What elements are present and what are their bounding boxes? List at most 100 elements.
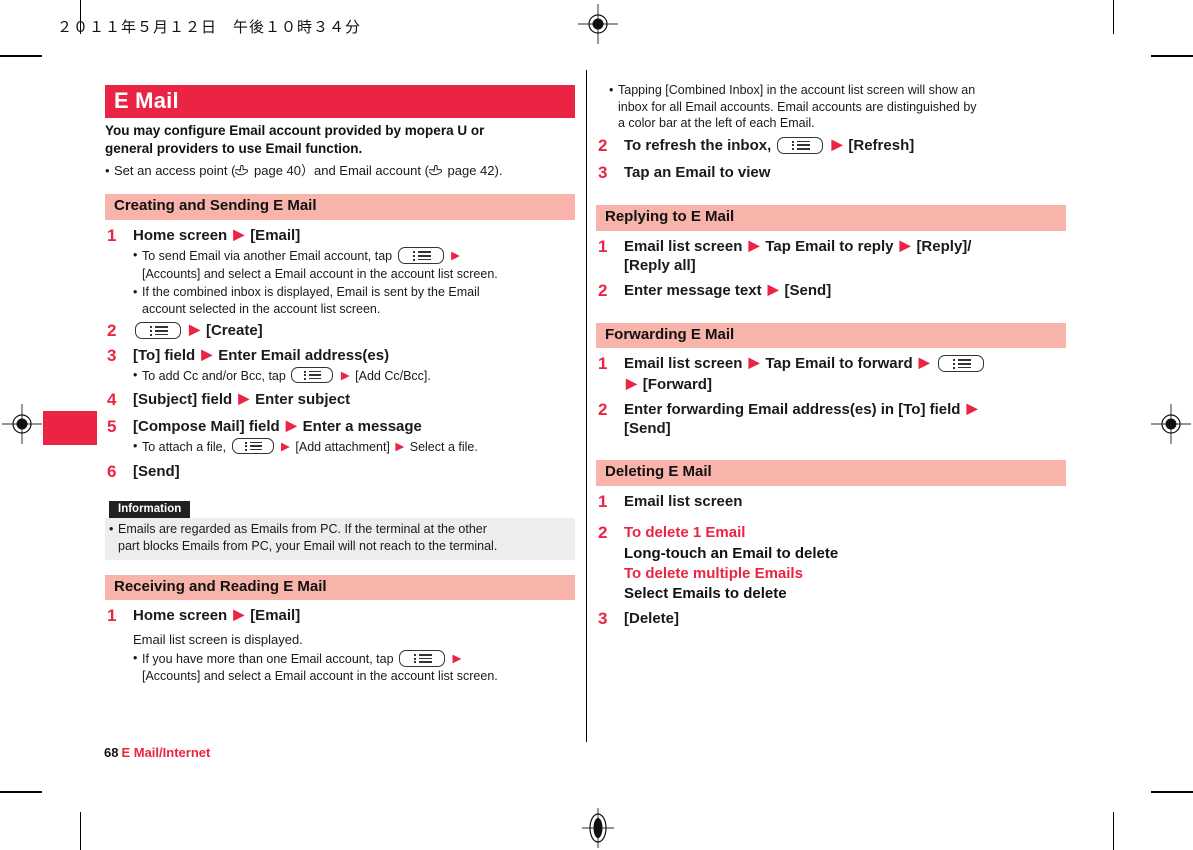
step-deleting-2: 2 To delete 1 Email Long-touch an Email … — [596, 523, 1066, 604]
menu-key-icon[interactable] — [231, 438, 274, 455]
registration-mark-bottom — [582, 808, 614, 848]
lead-bullet-end: page 42). — [443, 163, 503, 179]
step-forwarding-1: 1 Email list screen ▶ Tap Email to forwa… — [596, 354, 1066, 393]
bullet-line-2: account selected in the account list scr… — [142, 301, 381, 316]
step-bullet: • To attach a file, ▶ [Add attachment] ▶… — [133, 438, 575, 456]
step-number: 2 — [598, 135, 608, 155]
lead-line-1: You may configure Email account provided… — [105, 123, 485, 139]
step-text-b: [Email] — [250, 227, 301, 245]
bullet-text-a: If you have more than one Email account,… — [142, 652, 394, 667]
step-note: Email list screen is displayed. — [133, 631, 303, 647]
arrow-icon: ▶ — [201, 347, 213, 363]
menu-key-icon[interactable] — [397, 247, 444, 265]
page-title: E Mail — [105, 85, 575, 119]
arrow-icon: ▶ — [285, 418, 297, 434]
delete-option-2-action: Select Emails to delete — [624, 585, 787, 603]
bullet-dot-icon: • — [133, 651, 138, 666]
step-bullet: • To add Cc and/or Bcc, tap ▶ [Add Cc/Bc… — [133, 367, 575, 385]
information-line-1: Emails are regarded as Emails from PC. I… — [118, 522, 487, 537]
arrow-icon: ▶ — [748, 355, 760, 371]
step-number: 3 — [107, 346, 117, 366]
step-text-a: To refresh the inbox, — [624, 136, 772, 154]
menu-key-icon[interactable] — [399, 650, 446, 668]
step-text-b: [Send] — [624, 419, 671, 437]
lead-paragraph: You may configure Email account provided… — [105, 122, 575, 158]
step-number: 2 — [598, 399, 608, 419]
step-number: 2 — [598, 523, 608, 543]
step-text-a: Enter message text — [624, 282, 762, 300]
section-heading-receiving: Receiving and Reading E Mail — [105, 574, 575, 601]
step-text-a: Home screen — [133, 227, 228, 245]
receiving-continued-bullet: • Tapping [Combined Inbox] in the accoun… — [609, 82, 1066, 132]
lead-bullet-a: Set an access point ( — [114, 163, 236, 179]
lead-bullet: • Set an access point ( page 40）and Emai… — [105, 162, 575, 179]
arrow-icon: ▶ — [238, 391, 249, 407]
step-text-b: [Email] — [250, 607, 301, 625]
step-text-a: [Compose Mail] field — [133, 418, 280, 436]
registration-mark-top — [578, 4, 618, 44]
step-text-a: Enter forwarding Email address(es) in [T… — [624, 400, 961, 418]
step-deleting-3: 3 [Delete] — [596, 609, 1066, 629]
step-receiving-1: 1 Home screen ▶ [Email] Email list scree… — [105, 606, 575, 685]
column-divider — [586, 70, 587, 742]
bullet-text-c: [Accounts] and select a Email account in… — [142, 266, 498, 281]
arrow-icon: ▶ — [189, 322, 200, 338]
page-edge-tab-marker — [43, 411, 97, 445]
arrow-icon: ▶ — [966, 400, 978, 416]
step-bullet: • To send Email via another Email accoun… — [133, 247, 575, 282]
menu-key-icon[interactable] — [937, 355, 984, 373]
crop-mark-top-right-vert — [1113, 0, 1114, 34]
menu-key-icon[interactable] — [291, 367, 334, 384]
arrow-icon: ▶ — [831, 136, 843, 152]
step-text-a: Home screen — [133, 607, 228, 625]
step-text-a: Tap an Email to view — [624, 164, 771, 182]
bullet-text-a: To add Cc and/or Bcc, tap — [142, 369, 286, 384]
page-reference-hand-icon-2 — [428, 164, 442, 176]
step-text-b: [Send] — [133, 462, 180, 480]
bullet-text-a: To send Email via another Email account,… — [142, 249, 393, 264]
step-number: 3 — [598, 163, 608, 183]
bullet-dot-icon: • — [133, 248, 138, 263]
section-heading-deleting: Deleting E Mail — [596, 460, 1066, 486]
print-date-line: ２０１１年５月１２日 午後１０時３４分 — [57, 20, 362, 36]
section-heading-forwarding: Forwarding E Mail — [596, 322, 1066, 349]
bullet-dot-icon: • — [133, 439, 138, 454]
step-text-b: Enter a message — [302, 418, 422, 436]
footer-page-number: 68 — [104, 745, 119, 760]
page-reference-hand-icon — [235, 164, 249, 176]
bullet-text-d: Select a file. — [409, 440, 478, 455]
bullet-text-c: [Accounts] and select a Email account in… — [142, 669, 498, 684]
information-label: Information — [109, 501, 191, 519]
step-text-d: [Reply all] — [624, 256, 696, 274]
bullet-line-1: Tapping [Combined Inbox] in the account … — [618, 83, 976, 97]
step-text-a: [Delete] — [624, 610, 680, 628]
registration-mark-left — [2, 404, 42, 444]
step-creating-5: 5 [Compose Mail] field ▶ Enter a message… — [105, 417, 575, 456]
information-line-2: part blocks Emails from PC, your Email w… — [118, 539, 498, 554]
bullet-dot-icon: • — [609, 83, 614, 97]
bullet-text-c: [Add Cc/Bcc]. — [355, 369, 431, 384]
crop-mark-bottom-right — [1151, 791, 1193, 793]
delete-option-1-action: Long-touch an Email to delete — [624, 544, 839, 562]
step-deleting-1: 1 Email list screen — [596, 492, 1066, 512]
step-number: 1 — [107, 606, 117, 626]
step-number: 1 — [598, 236, 608, 256]
crop-mark-bottom-right-vert — [1113, 812, 1114, 850]
step-bullet: • If you have more than one Email accoun… — [133, 650, 575, 685]
arrow-icon: ▶ — [452, 653, 462, 666]
menu-key-icon[interactable] — [135, 322, 181, 340]
step-text-a: [To] field — [133, 347, 196, 365]
step-number: 2 — [598, 281, 608, 301]
arrow-icon: ▶ — [233, 607, 245, 623]
information-bullet: • Emails are regarded as Emails from PC.… — [109, 521, 569, 554]
arrow-icon: ▶ — [281, 441, 290, 454]
arrow-icon: ▶ — [451, 250, 460, 263]
arrow-icon: ▶ — [748, 237, 760, 253]
delete-option-1-label: To delete 1 Email — [624, 524, 746, 542]
step-text-b: Enter subject — [255, 391, 351, 409]
step-text-c: [Reply]/ — [916, 237, 972, 255]
menu-key-icon[interactable] — [777, 136, 824, 154]
left-column: E Mail You may configure Email account p… — [105, 85, 575, 685]
step-creating-3: 3 [To] field ▶ Enter Email address(es) •… — [105, 346, 575, 385]
step-receiving-3: 3 Tap an Email to view — [596, 163, 1066, 183]
